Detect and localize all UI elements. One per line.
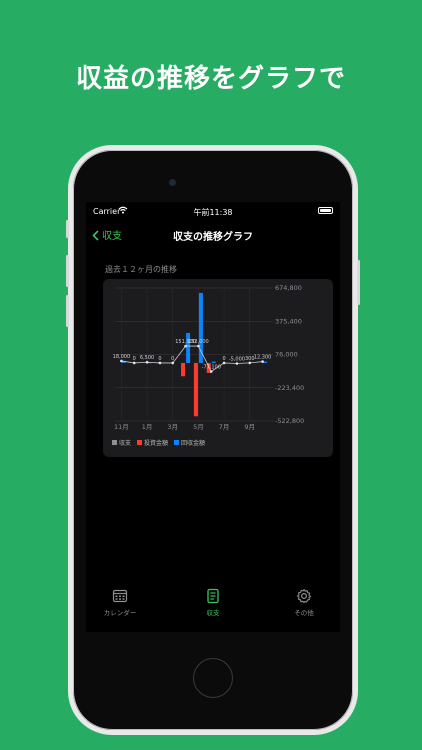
data-label: 12,300 xyxy=(254,355,271,361)
bar-invest xyxy=(193,362,198,417)
balance-point xyxy=(132,361,136,365)
navigation-bar: 収支 収支の推移グラフ xyxy=(86,226,340,244)
data-label: 0 xyxy=(158,356,161,362)
home-button[interactable] xyxy=(193,658,233,698)
balance-point xyxy=(184,344,187,348)
tab-calendar[interactable]: カレンダー xyxy=(85,588,155,617)
legend-item-invest: 投資金額 xyxy=(137,438,168,447)
balance-point xyxy=(222,361,226,365)
tab-label: カレンダー xyxy=(103,609,137,617)
x-tick-label: 1月 xyxy=(142,423,153,431)
balance-point xyxy=(171,361,175,365)
y-tick-label: 375,400 xyxy=(275,317,302,325)
tab-label: 収支 xyxy=(206,609,220,617)
legend-swatch-invest xyxy=(137,440,143,445)
x-tick-label: 3月 xyxy=(167,423,178,431)
data-label: 0 xyxy=(133,356,136,362)
tab-settings[interactable]: その他 xyxy=(269,588,339,617)
balance-point xyxy=(158,361,162,365)
bar-return xyxy=(198,292,203,363)
x-tick-label: 7月 xyxy=(219,423,230,431)
bar-return xyxy=(211,361,216,363)
page-title: 収支の推移グラフ xyxy=(173,232,253,243)
phone-side-button xyxy=(66,220,69,238)
balance-point xyxy=(209,370,213,373)
legend-swatch-balance xyxy=(112,440,117,445)
chart-card: 674,800 375,400 76,000 -223,400 -522,800 11月 1… xyxy=(103,279,333,457)
balance-point xyxy=(235,362,239,365)
front-camera xyxy=(169,179,176,186)
data-label: 6,500 xyxy=(140,355,154,361)
chart-legend: 収支 投資金額 回収金額 xyxy=(112,438,205,447)
data-label: 18,000 xyxy=(113,354,131,360)
phone-power-button xyxy=(357,260,360,305)
legend-label: 投資金額 xyxy=(144,440,169,447)
clock: 午前11:38 xyxy=(193,208,233,217)
y-tick-label: 674,800 xyxy=(275,284,302,292)
bar-invest xyxy=(181,362,186,377)
section-title: 過去１２ヶ月の推移 xyxy=(105,265,177,274)
bar-return xyxy=(186,332,191,363)
legend-label: 回収金額 xyxy=(181,440,206,447)
legend-item-balance: 収支 xyxy=(112,438,131,447)
calendar-icon xyxy=(112,588,128,604)
x-tick-label: 11月 xyxy=(114,423,129,431)
phone-volume-down-button xyxy=(66,295,69,327)
headline: 収益の推移をグラフで xyxy=(75,64,346,94)
balance-point xyxy=(248,361,252,365)
y-tick-label: -522,800 xyxy=(275,417,304,425)
data-label: -5,000 xyxy=(229,356,245,362)
battery-icon xyxy=(318,207,333,214)
legend-label: 収支 xyxy=(119,440,132,447)
tab-balance[interactable]: 収支 xyxy=(178,588,248,617)
y-tick-label: 76,000 xyxy=(275,351,298,359)
document-icon xyxy=(205,588,221,604)
y-tick-label: -223,400 xyxy=(275,384,304,392)
app-screen: Carrier 午前11:38 収支 収支の推移グラフ 過去１２ヶ月の推移 67… xyxy=(86,202,340,632)
data-label: 0 xyxy=(171,356,174,362)
phone-frame: Carrier 午前11:38 収支 収支の推移グラフ 過去１２ヶ月の推移 67… xyxy=(66,145,360,735)
data-label: -77,100 xyxy=(202,365,221,371)
balance-point xyxy=(120,359,123,363)
legend-swatch-return xyxy=(174,440,180,445)
status-bar: Carrier 午前11:38 xyxy=(86,202,340,220)
phone-volume-up-button xyxy=(66,255,69,287)
data-label: 0 xyxy=(222,356,225,362)
data-label: 152,000 xyxy=(188,339,209,345)
balance-point xyxy=(145,360,149,364)
x-tick-label: 5月 xyxy=(193,423,204,431)
gear-icon xyxy=(296,588,312,604)
legend-item-return: 回収金額 xyxy=(174,438,205,447)
tab-bar: カレンダー 収支 その他 xyxy=(86,588,340,628)
x-tick-label: 9月 xyxy=(244,423,255,431)
tab-label: その他 xyxy=(294,609,314,617)
balance-point xyxy=(261,360,264,363)
trend-chart: 674,800 375,400 76,000 -223,400 -522,800 11月 1… xyxy=(113,284,305,431)
balance-point xyxy=(197,344,200,348)
